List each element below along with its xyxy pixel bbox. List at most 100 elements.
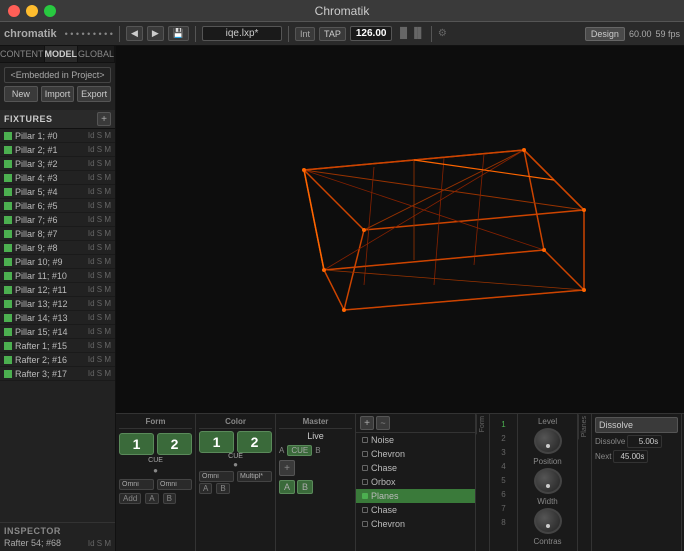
dissolve-select[interactable]: Dissolve xyxy=(595,417,678,433)
omni-1-select[interactable]: Omni xyxy=(119,479,154,490)
next-row: Next xyxy=(595,450,678,463)
main-layout: CONTENT MODEL GLOBAL <Embedded in Projec… xyxy=(0,46,684,551)
fixture-color-dot xyxy=(4,146,12,154)
save-button[interactable]: 💾 xyxy=(168,26,189,41)
list-item[interactable]: Pillar 2; #1 Id S M xyxy=(0,143,115,157)
fixture-icons: Id S M xyxy=(88,131,111,140)
list-item[interactable]: Pillar 6; #5 Id S M xyxy=(0,199,115,213)
fixtures-add-button[interactable]: + xyxy=(97,112,111,126)
minimize-button[interactable] xyxy=(26,5,38,17)
fixture-icons: Id S M xyxy=(88,355,111,364)
chase-item-label: Orbox xyxy=(371,477,396,487)
cue-label: CUE xyxy=(119,457,192,464)
list-item[interactable]: Pillar 5; #4 Id S M xyxy=(0,185,115,199)
master-cue-b[interactable]: B xyxy=(297,480,313,494)
dissolve-time-input[interactable] xyxy=(627,435,662,448)
list-item[interactable]: Pillar 11; #10 Id S M xyxy=(0,269,115,283)
fixture-icons: Id S M xyxy=(88,341,111,350)
plus-icon[interactable]: + xyxy=(279,460,295,476)
dissolve-row: Dissolve xyxy=(595,435,678,448)
chase-add-button[interactable]: + xyxy=(360,416,374,430)
master-plus-btn[interactable]: + xyxy=(279,460,352,476)
color-omni-select[interactable]: Omni xyxy=(199,471,234,482)
tap-button[interactable]: TAP xyxy=(319,27,346,41)
cue-2-box[interactable]: 2 xyxy=(157,433,192,455)
lane-2[interactable]: 2 xyxy=(494,432,514,444)
cue-1-box[interactable]: 1 xyxy=(119,433,154,455)
list-item[interactable]: Pillar 4; #3 Id S M xyxy=(0,171,115,185)
color-cue-1[interactable]: 1 xyxy=(199,431,234,453)
chase-item-chevron[interactable]: Chevron xyxy=(356,447,475,461)
omni-2-select[interactable]: Omni xyxy=(157,479,192,490)
chase-item-orbox[interactable]: Orbox xyxy=(356,475,475,489)
fixture-name: Rafter 1; #15 xyxy=(15,341,88,351)
import-button[interactable]: Import xyxy=(41,86,75,102)
inspector-item: Rafter 54; #68 Id S M xyxy=(4,538,111,548)
list-item[interactable]: Pillar 10; #9 Id S M xyxy=(0,255,115,269)
list-item[interactable]: Rafter 1; #15 Id S M xyxy=(0,339,115,353)
design-button[interactable]: Design xyxy=(585,27,625,41)
list-item[interactable]: Rafter 3; #17 Id S M xyxy=(0,367,115,381)
multiply-select[interactable]: Multipl* xyxy=(237,471,272,482)
list-item[interactable]: Pillar 1; #0 Id S M xyxy=(0,129,115,143)
tab-global[interactable]: GLOBAL xyxy=(78,46,115,62)
list-item[interactable]: Pillar 14; #13 Id S M xyxy=(0,311,115,325)
list-item[interactable]: Pillar 7; #6 Id S M xyxy=(0,213,115,227)
list-item[interactable]: Pillar 8; #7 Id S M xyxy=(0,227,115,241)
contras-label: Contras xyxy=(534,537,562,546)
lane-6[interactable]: 6 xyxy=(494,488,514,500)
master-cue-a[interactable]: A xyxy=(279,480,295,494)
export-button[interactable]: Export xyxy=(77,86,111,102)
viewport-3d[interactable] xyxy=(116,46,684,413)
color-cues: 1 2 xyxy=(199,431,272,453)
lane-7[interactable]: 7 xyxy=(494,502,514,514)
chase-item-chevron2[interactable]: Chevron xyxy=(356,517,475,531)
fixture-icons: Id S M xyxy=(88,313,111,322)
lane-4[interactable]: 4 xyxy=(494,460,514,472)
chase-item-planes[interactable]: Planes xyxy=(356,489,475,503)
knob-indicator xyxy=(546,524,550,528)
titlebar: Chromatik xyxy=(0,0,684,22)
lane-8[interactable]: 8 xyxy=(494,516,514,528)
tab-model[interactable]: MODEL xyxy=(45,46,79,62)
lane-1[interactable]: 1 xyxy=(494,418,514,430)
fixtures-title: FIXTURES xyxy=(4,114,53,124)
maximize-button[interactable] xyxy=(44,5,56,17)
nav-forward-button[interactable]: ▶ xyxy=(147,26,164,41)
nav-back-button[interactable]: ◀ xyxy=(126,26,143,41)
fixture-icons: Id S M xyxy=(88,173,111,182)
list-item[interactable]: Rafter 2; #16 Id S M xyxy=(0,353,115,367)
list-item[interactable]: Pillar 3; #2 Id S M xyxy=(0,157,115,171)
next-time-input[interactable] xyxy=(613,450,648,463)
ab-row: Add A B xyxy=(119,493,192,504)
chase-item-chase2[interactable]: Chase xyxy=(356,503,475,517)
list-item[interactable]: Pillar 12; #11 Id S M xyxy=(0,283,115,297)
list-item[interactable]: Pillar 9; #8 Id S M xyxy=(0,241,115,255)
chase-item-label: Chevron xyxy=(371,449,405,459)
lane-3[interactable]: 3 xyxy=(494,446,514,458)
lane-5[interactable]: 5 xyxy=(494,474,514,486)
color-panel: Color 1 2 CUE ● Omni Multipl* xyxy=(196,414,276,551)
list-item[interactable]: Pillar 13; #12 Id S M xyxy=(0,297,115,311)
fixture-color-dot xyxy=(4,132,12,140)
fixture-icons: Id S M xyxy=(88,187,111,196)
chase-item-noise[interactable]: Noise xyxy=(356,433,475,447)
position-knob[interactable] xyxy=(534,468,562,494)
chase-item-chase1[interactable]: Chase xyxy=(356,461,475,475)
fixture-color-dot xyxy=(4,356,12,364)
fixture-name: Pillar 1; #0 xyxy=(15,131,88,141)
form-vertical-label-container: Form xyxy=(476,414,490,551)
width-knob[interactable] xyxy=(534,508,562,534)
fixture-color-dot xyxy=(4,216,12,224)
wireframe-container xyxy=(116,46,684,413)
tab-content[interactable]: CONTENT xyxy=(0,46,45,62)
tilde-button[interactable]: ~ xyxy=(376,416,390,430)
close-button[interactable] xyxy=(8,5,20,17)
level-knob[interactable] xyxy=(534,428,562,454)
list-item[interactable]: Pillar 15; #14 Id S M xyxy=(0,325,115,339)
omni-container: Omni Omni xyxy=(119,479,192,490)
color-cue-2[interactable]: 2 xyxy=(237,431,272,453)
new-button[interactable]: New xyxy=(4,86,38,102)
left-panel: CONTENT MODEL GLOBAL <Embedded in Projec… xyxy=(0,46,116,551)
left-tab-bar: CONTENT MODEL GLOBAL xyxy=(0,46,115,63)
